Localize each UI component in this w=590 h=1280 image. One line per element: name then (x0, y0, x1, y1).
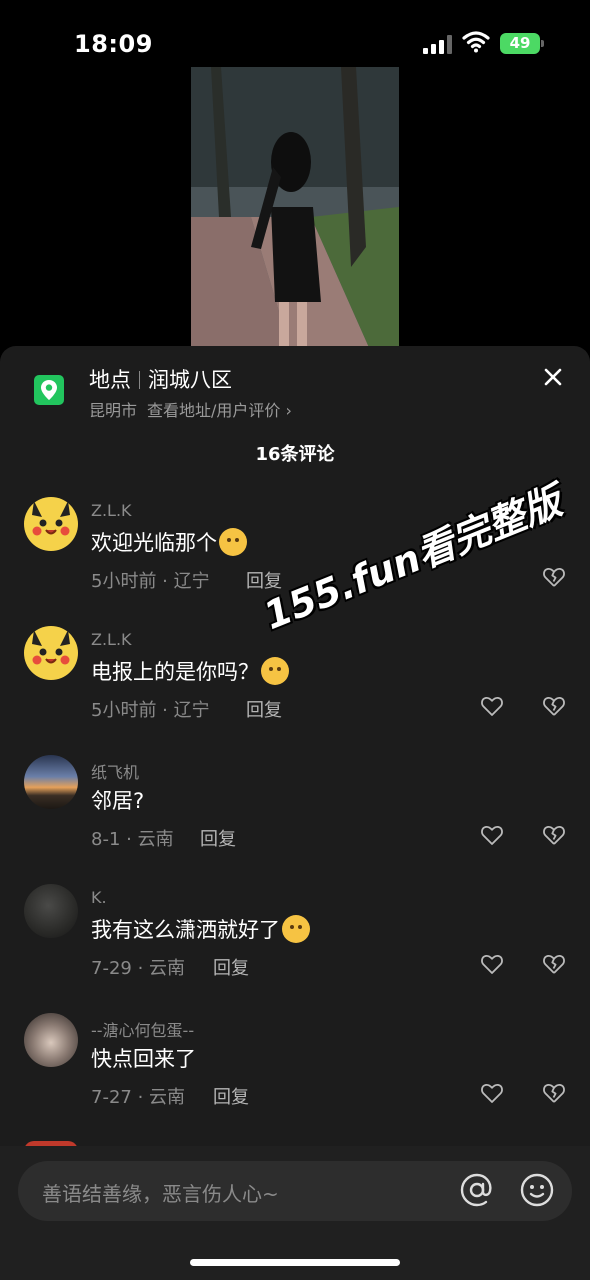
comment-text: 邻居? (91, 789, 145, 813)
comment-username[interactable]: --溏心何包蛋-- (91, 1017, 194, 1041)
location-title[interactable]: 地点 润城八区 (89, 364, 232, 394)
wifi-icon (462, 31, 490, 53)
comment-text: 我有这么潇洒就好了 (91, 914, 310, 944)
dislike-icon[interactable] (542, 1081, 566, 1105)
comment-item: K. 我有这么潇洒就好了 7-29 · 云南 回复 (0, 884, 590, 1013)
comment-text: 电报上的是你吗？ (91, 656, 289, 686)
avatar[interactable] (24, 497, 78, 551)
reply-button[interactable]: 回复 (213, 954, 249, 980)
location-city: 昆明市 (89, 401, 138, 420)
reply-button[interactable]: 回复 (246, 696, 282, 722)
comment-count: 16条评论 (255, 444, 335, 465)
comment-text: 快点回来了 (91, 1047, 196, 1071)
comment-text-content: 我有这么潇洒就好了 (91, 918, 280, 942)
reply-button[interactable]: 回复 (213, 1083, 249, 1109)
cellular-signal-icon (423, 34, 453, 54)
location-name: 润城八区 (148, 368, 232, 392)
heart-icon[interactable] (480, 952, 504, 976)
avatar[interactable] (24, 1013, 78, 1067)
comment-meta: 5小时前 · 辽宁 (91, 700, 210, 721)
at-mention-icon[interactable] (459, 1172, 495, 1208)
avatar[interactable] (24, 626, 78, 680)
comment-meta: 5小时前 · 辽宁 (91, 571, 210, 592)
location-subtitle[interactable]: 昆明市 查看地址/用户评价 › (89, 397, 302, 421)
close-icon[interactable] (540, 364, 566, 390)
video-frame-image (191, 67, 399, 352)
comment-text: 欢迎光临那个 (91, 527, 247, 557)
comment-text-content: 电报上的是你吗？ (91, 660, 259, 684)
comment-username[interactable]: Z.L.K (91, 630, 132, 649)
avatar[interactable] (24, 884, 78, 938)
crying-emoji-icon (261, 657, 289, 685)
comment-meta: 8-1 · 云南 (91, 829, 174, 850)
kiss-emoji-icon (219, 528, 247, 556)
home-indicator[interactable] (190, 1259, 400, 1266)
battery-level: 49 (509, 34, 531, 52)
dislike-icon[interactable] (542, 565, 566, 589)
status-time: 18:09 (74, 30, 153, 58)
heart-icon[interactable] (480, 1081, 504, 1105)
heart-icon[interactable] (480, 823, 504, 847)
comment-meta: 7-27 · 云南 (91, 1087, 186, 1108)
dislike-icon[interactable] (542, 823, 566, 847)
location-link[interactable]: 查看地址/用户评价 › (147, 401, 292, 420)
video-thumbnail[interactable] (191, 67, 399, 352)
dislike-icon[interactable] (542, 694, 566, 718)
comment-username[interactable]: 纸飞机 (91, 759, 139, 783)
heart-icon[interactable] (480, 694, 504, 718)
emoji-picker-icon[interactable] (519, 1172, 555, 1208)
reply-button[interactable]: 回复 (200, 825, 236, 851)
comment-item: 纸飞机 邻居? 8-1 · 云南 回复 (0, 755, 590, 884)
comment-username[interactable]: K. (91, 888, 107, 907)
battery-icon: 49 (500, 33, 544, 54)
comment-meta: 7-29 · 云南 (91, 958, 186, 979)
title-divider (139, 371, 140, 389)
location-label: 地点 (89, 368, 131, 392)
location-pin-icon[interactable] (34, 375, 64, 405)
avatar[interactable] (24, 755, 78, 809)
comment-input-placeholder[interactable]: 善语结善缘，恶言伤人心~ (42, 1178, 279, 1207)
dislike-icon[interactable] (542, 952, 566, 976)
comment-text-content: 欢迎光临那个 (91, 531, 217, 555)
pleading-emoji-icon (282, 915, 310, 943)
comment-item: Z.L.K 电报上的是你吗？ 5小时前 · 辽宁 回复 (0, 626, 590, 755)
comment-username[interactable]: Z.L.K (91, 501, 132, 520)
comment-item: --溏心何包蛋-- 快点回来了 7-27 · 云南 回复 (0, 1013, 590, 1142)
